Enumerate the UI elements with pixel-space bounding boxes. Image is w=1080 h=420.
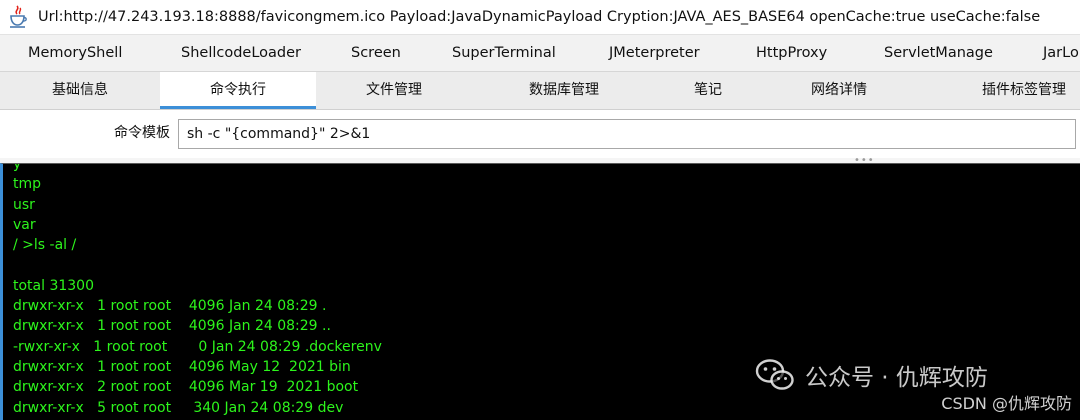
console-line: drwxr-xr-x 1 root root 4096 Jan 24 08:29…	[13, 298, 327, 315]
tab-memoryshell[interactable]: MemoryShell	[28, 35, 122, 72]
console-line: drwxr-xr-x 2 root root 4096 Mar 19 2021 …	[13, 379, 359, 396]
wechat-watermark: 公众号 · 仇辉攻防	[755, 358, 988, 392]
tab-httpproxy[interactable]: HttpProxy	[756, 35, 827, 72]
csdn-watermark: CSDN @仇辉攻防	[941, 394, 1072, 413]
tab-file-manager[interactable]: 文件管理	[316, 72, 472, 108]
tab-jarloader[interactable]: JarLo	[1043, 35, 1079, 72]
tab-notes[interactable]: 笔记	[656, 72, 760, 108]
tab-servletmanage[interactable]: ServletManage	[884, 35, 993, 72]
tab-superterminal[interactable]: SuperTerminal	[452, 35, 556, 72]
console-line: var	[13, 216, 36, 233]
console-line: drwxr-xr-x 1 root root 4096 Jan 24 08:29…	[13, 318, 331, 335]
console-line: y	[13, 163, 22, 172]
console-line: usr	[13, 196, 35, 213]
tab-network-details[interactable]: 网络详情	[760, 72, 918, 108]
tab-screen[interactable]: Screen	[351, 35, 401, 72]
console-line: drwxr-xr-x 1 root root 4096 May 12 2021 …	[13, 358, 351, 375]
tab-shellcodeloader[interactable]: ShellcodeLoader	[181, 35, 301, 72]
watermark-text: 公众号 · 仇辉攻防	[805, 365, 988, 391]
tab-command-exec[interactable]: 命令执行	[160, 72, 316, 109]
command-template-row: 命令模板	[0, 110, 1080, 158]
tab-plugin-tag-manager[interactable]: 插件标签管理	[918, 72, 1080, 108]
tab-basic-info[interactable]: 基础信息	[0, 72, 160, 108]
webshell-manager-window: Url:http://47.243.193.18:8888/favicongme…	[0, 0, 1080, 420]
console-line: tmp	[13, 176, 42, 193]
console-line: total 31300	[13, 277, 94, 294]
command-template-label: 命令模板	[114, 125, 170, 141]
console-line: / >ls -al /	[13, 237, 77, 254]
console-line: drwxr-xr-x 5 root root 340 Jan 24 08:29 …	[13, 399, 344, 416]
command-template-input[interactable]	[178, 119, 1076, 149]
console-output-lines: y tmp usr var / >ls -al / total 31300 drwxr-xr…	[13, 163, 382, 420]
function-tab-bar: 基础信息 命令执行 文件管理 数据库管理 笔记 网络详情 插件标签管理	[0, 72, 1080, 110]
console-line: -rwxr-xr-x 1 root root 0 Jan 24 08:29 .d…	[13, 338, 382, 355]
java-coffee-icon	[8, 5, 28, 29]
tab-database-manager[interactable]: 数据库管理	[472, 72, 656, 108]
wechat-icon	[755, 359, 794, 390]
tab-jmeterpreter[interactable]: JMeterpreter	[609, 35, 700, 72]
plugin-tab-bar: MemoryShell ShellcodeLoader Screen Super…	[0, 34, 1080, 72]
title-bar: Url:http://47.243.193.18:8888/favicongme…	[0, 0, 1080, 34]
window-title: Url:http://47.243.193.18:8888/favicongme…	[38, 9, 1041, 25]
